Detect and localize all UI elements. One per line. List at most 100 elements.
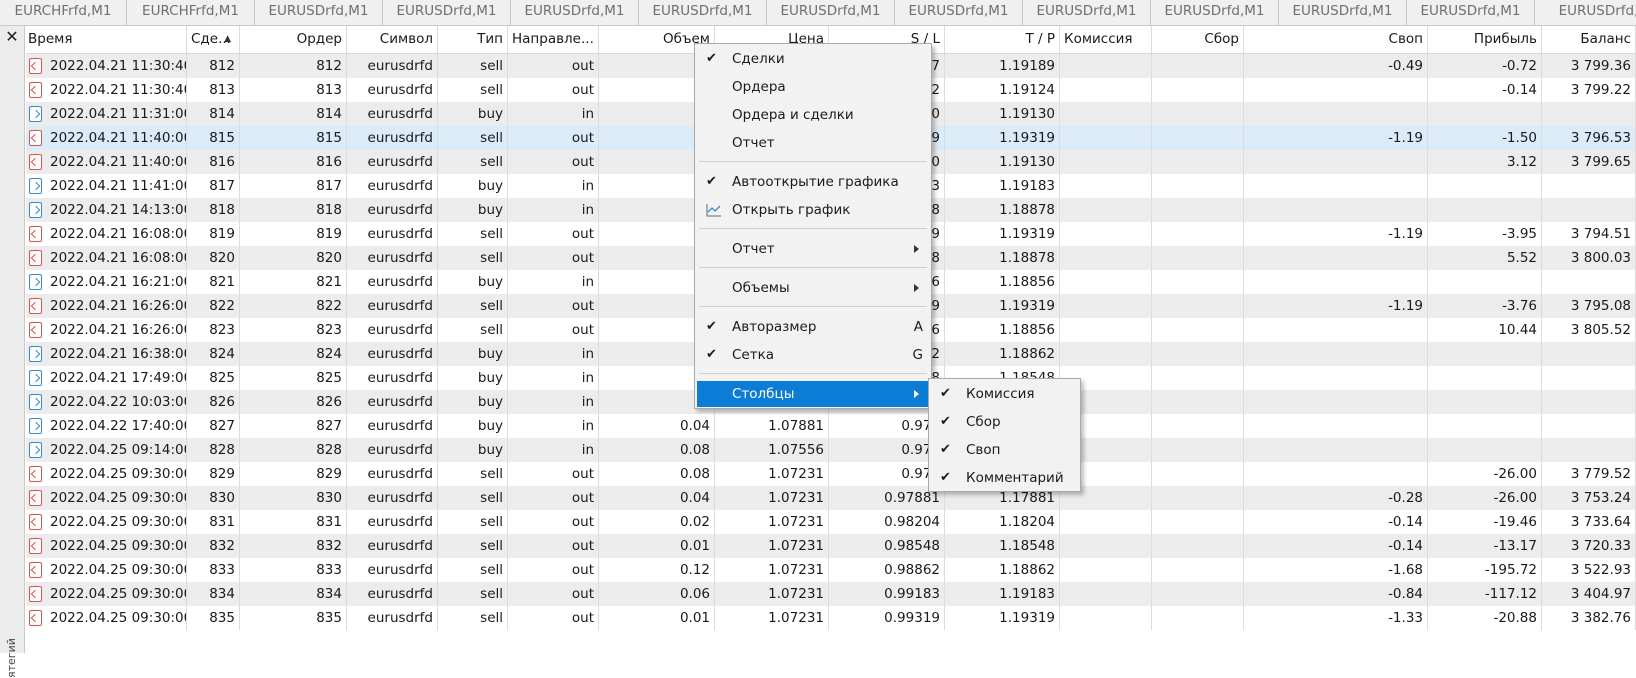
- table-row[interactable]: 2022.04.25 09:30:00 832 832 eurusdrfd sell ou…: [26, 534, 1636, 558]
- cell-tp: 1.18856: [945, 270, 1060, 294]
- chart-tab[interactable]: EURUSDrfd,M1: [1023, 0, 1151, 25]
- column-header-label: Направле...: [512, 31, 594, 47]
- submenu-item[interactable]: ✔ Комиссия: [931, 381, 1078, 407]
- cell-symbol: eurusdrfd: [347, 246, 438, 270]
- cell-type: sell: [438, 510, 508, 534]
- deal-time: 2022.04.22 10:03:00: [50, 394, 187, 410]
- chart-tab[interactable]: EURUSDrfd,M1: [1151, 0, 1279, 25]
- cell-deal: 817: [187, 174, 240, 198]
- table-row[interactable]: 2022.04.25 09:30:00 834 834 eurusdrfd sell ou…: [26, 582, 1636, 606]
- cell-order: 828: [240, 438, 347, 462]
- chart-tab[interactable]: EURUSDrfd,: [1535, 0, 1636, 25]
- column-header-tp[interactable]: T / P: [945, 26, 1060, 53]
- cell-order: 829: [240, 462, 347, 486]
- close-icon[interactable]: ✕: [4, 29, 20, 45]
- menu-item[interactable]: Отчет: [697, 236, 929, 262]
- column-header-symbol[interactable]: Символ: [347, 26, 438, 53]
- cell-order: 832: [240, 534, 347, 558]
- cell-volume: 0.12: [599, 558, 715, 582]
- cell-balance: 3 779.52: [1542, 462, 1636, 486]
- submenu-item[interactable]: ✔ Своп: [931, 437, 1078, 463]
- menu-item[interactable]: ✔ Автооткрытие графика: [697, 169, 929, 195]
- column-header-balance[interactable]: Баланс: [1542, 26, 1636, 53]
- cell-time: 2022.04.25 09:30:00: [26, 582, 187, 606]
- deal-time: 2022.04.21 11:30:40: [50, 82, 187, 98]
- cell-time: 2022.04.21 16:08:00: [26, 222, 187, 246]
- cell-type: sell: [438, 558, 508, 582]
- cell-symbol: eurusdrfd: [347, 78, 438, 102]
- table-row[interactable]: 2022.04.25 09:14:00 828 828 eurusdrfd buy in 0…: [26, 438, 1636, 462]
- columns-submenu: ✔ Комиссия ✔ Сбор ✔ Своп ✔ Комментарий: [928, 378, 1081, 492]
- cell-commission: [1060, 606, 1152, 630]
- menu-item[interactable]: Отчет: [697, 130, 929, 156]
- menu-item[interactable]: ✔ Сетка G: [697, 342, 929, 368]
- cell-symbol: eurusdrfd: [347, 150, 438, 174]
- cell-fee: [1152, 438, 1244, 462]
- column-header-swap[interactable]: Своп: [1244, 26, 1428, 53]
- cell-commission: [1060, 150, 1152, 174]
- column-header-commission[interactable]: Комиссия: [1060, 26, 1152, 53]
- chart-tab[interactable]: EURUSDrfd,M1: [639, 0, 767, 25]
- cell-tp: 1.18862: [945, 558, 1060, 582]
- cell-symbol: eurusdrfd: [347, 414, 438, 438]
- table-row[interactable]: 2022.04.25 09:30:00 829 829 eurusdrfd sell ou…: [26, 462, 1636, 486]
- column-header-time[interactable]: Время: [26, 26, 187, 53]
- menu-item[interactable]: ✔ Сделки: [697, 46, 929, 72]
- cell-profit: -13.17: [1428, 534, 1542, 558]
- cell-type: buy: [438, 198, 508, 222]
- cell-time: 2022.04.22 10:03:00: [26, 390, 187, 414]
- menu-item[interactable]: Ордера и сделки: [697, 102, 929, 128]
- cell-deal: 833: [187, 558, 240, 582]
- sell-deal-icon: [29, 562, 42, 578]
- cell-profit: [1428, 342, 1542, 366]
- time-cell-content: 2022.04.21 16:08:00: [28, 246, 186, 270]
- column-header-fee[interactable]: Сбор: [1152, 26, 1244, 53]
- chart-tab[interactable]: EURUSDrfd,M1: [255, 0, 383, 25]
- cell-dir: out: [508, 222, 599, 246]
- table-row[interactable]: 2022.04.25 09:30:00 830 830 eurusdrfd sell ou…: [26, 486, 1636, 510]
- cell-swap: -0.49: [1244, 54, 1428, 78]
- cell-order: 830: [240, 486, 347, 510]
- cell-fee: [1152, 78, 1244, 102]
- submenu-item[interactable]: ✔ Комментарий: [931, 465, 1078, 491]
- chart-tab[interactable]: EURCHFrfd,M1: [0, 0, 127, 25]
- menu-item[interactable]: Объемы: [697, 275, 929, 301]
- chart-tab[interactable]: EURUSDrfd,M1: [767, 0, 895, 25]
- deal-time: 2022.04.25 09:14:00: [50, 442, 187, 458]
- chart-tab[interactable]: EURUSDrfd,M1: [511, 0, 639, 25]
- menu-item-label: Сетка: [732, 347, 775, 363]
- chart-tab[interactable]: EURCHFrfd,M1: [127, 0, 255, 25]
- table-row[interactable]: 2022.04.25 09:30:00 831 831 eurusdrfd sell ou…: [26, 510, 1636, 534]
- chart-tab[interactable]: EURUSDrfd,M1: [383, 0, 511, 25]
- cell-order: 826: [240, 390, 347, 414]
- cell-order: 820: [240, 246, 347, 270]
- menu-item[interactable]: Открыть график: [697, 197, 929, 223]
- menu-item[interactable]: Столбцы: [697, 381, 929, 407]
- cell-fee: [1152, 126, 1244, 150]
- column-header-type[interactable]: Тип: [438, 26, 508, 53]
- table-row[interactable]: 2022.04.22 17:40:00 827 827 eurusdrfd buy in 0…: [26, 414, 1636, 438]
- cell-balance: [1542, 342, 1636, 366]
- submenu-item[interactable]: ✔ Сбор: [931, 409, 1078, 435]
- submenu-item-label: Своп: [966, 442, 1001, 458]
- cell-symbol: eurusdrfd: [347, 294, 438, 318]
- chart-tab[interactable]: EURUSDrfd,M1: [1407, 0, 1535, 25]
- chart-tab[interactable]: EURUSDrfd,M1: [1279, 0, 1407, 25]
- column-header-dir[interactable]: Направле...: [508, 26, 599, 53]
- chart-tab[interactable]: EURUSDrfd,M1: [895, 0, 1023, 25]
- cell-balance: 3 799.22: [1542, 78, 1636, 102]
- cell-swap: [1244, 78, 1428, 102]
- deal-time: 2022.04.21 16:08:00: [50, 226, 187, 242]
- cell-time: 2022.04.21 11:30:40: [26, 78, 187, 102]
- cell-balance: 3 404.97: [1542, 582, 1636, 606]
- menu-item[interactable]: Ордера: [697, 74, 929, 100]
- cell-deal: 829: [187, 462, 240, 486]
- column-header-order[interactable]: Ордер: [240, 26, 347, 53]
- table-row[interactable]: 2022.04.25 09:30:00 835 835 eurusdrfd sell ou…: [26, 606, 1636, 630]
- table-row[interactable]: 2022.04.25 09:30:00 833 833 eurusdrfd sell ou…: [26, 558, 1636, 582]
- cell-dir: out: [508, 606, 599, 630]
- column-header-profit[interactable]: Прибыль: [1428, 26, 1542, 53]
- cell-sl: 0.99183: [829, 582, 945, 606]
- menu-item[interactable]: ✔ Авторазмер A: [697, 314, 929, 340]
- column-header-deal[interactable]: Сде... ▲: [187, 26, 240, 53]
